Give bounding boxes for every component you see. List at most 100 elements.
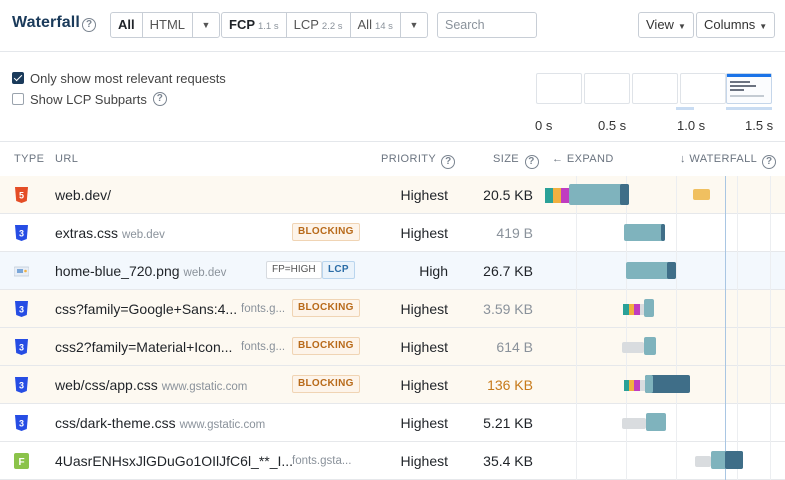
request-priority: Highest [400,377,448,393]
waterfall-download[interactable] [645,375,653,393]
column-header-size[interactable]: SIZE ? [493,153,539,169]
column-header-url[interactable]: URL [55,153,78,165]
time-label: 1.5 s [745,118,774,133]
relevant-requests-checkbox[interactable] [12,72,24,84]
waterfall-download[interactable] [644,299,654,317]
blocking-badge: BLOCKING [292,337,360,355]
waterfall-download[interactable] [624,224,665,241]
request-domain: web.dev [183,267,227,279]
time-label: 0 s [535,118,553,133]
column-header-waterfall[interactable]: ↓ WATERFALL ? [680,153,777,169]
request-size: 3.59 KB [483,301,533,317]
view-button[interactable]: View ▼ [638,12,694,38]
css-file-icon: 3 [15,415,28,431]
request-url[interactable]: css/dark-theme.css www.gstatic.com [55,415,265,431]
request-domain: fonts.g... [241,341,286,353]
waterfall-gridline [725,176,726,480]
timing-lcp-button[interactable]: LCP 2.2 s [287,13,351,37]
waterfall-download[interactable] [646,413,666,431]
filmstrip-frame[interactable] [584,73,630,104]
waterfall-event[interactable] [693,189,710,200]
waterfall-download[interactable] [725,451,743,469]
filmstrip-frame[interactable] [680,73,726,104]
filter-all-button[interactable]: All [111,13,143,37]
filmstrip-frame-rendered[interactable] [726,73,772,104]
request-priority: Highest [400,415,448,431]
image-file-icon [14,266,29,277]
blocking-badge: BLOCKING [292,223,360,241]
svg-text:5: 5 [19,191,24,201]
request-url[interactable]: home-blue_720.png web.dev [55,263,226,279]
waterfall-ssl[interactable] [561,188,569,203]
help-icon[interactable]: ? [524,155,539,169]
svg-text:3: 3 [19,343,24,353]
expand-button[interactable]: ← EXPAND [552,153,614,165]
waterfall-gridline [626,176,627,480]
request-size: 5.21 KB [483,415,533,431]
request-url[interactable]: css?family=Google+Sans:4... [55,301,237,317]
waterfall-download[interactable] [661,224,665,241]
waterfall-gridline [576,176,577,480]
lcp-subparts-option[interactable]: Show LCP Subparts ? [12,91,167,107]
request-size: 419 B [496,225,533,241]
waterfall-chart [540,176,785,480]
request-priority: Highest [400,301,448,317]
waterfall-wait[interactable] [695,456,711,467]
help-icon[interactable]: ? [152,92,167,106]
svg-text:F: F [18,457,24,468]
request-size: 136 KB [487,377,533,393]
blocking-badge: BLOCKING [292,299,360,317]
css-file-icon: 3 [15,339,28,355]
request-url[interactable]: web.dev/ [55,187,111,203]
timing-filter-dropdown[interactable]: ▼ [401,13,427,37]
waterfall-gridline [770,176,771,480]
column-header-priority[interactable]: PRIORITY ? [381,153,456,169]
request-size: 26.7 KB [483,263,533,279]
load-progress [726,107,772,110]
filter-html-button[interactable]: HTML [143,13,194,37]
waterfall-download[interactable] [620,184,629,205]
timing-fcp-button[interactable]: FCP 1.1 s [222,13,287,37]
request-priority: High [419,263,448,279]
help-icon[interactable]: ? [441,155,456,169]
columns-button[interactable]: Columns ▼ [696,12,776,38]
type-filter-dropdown[interactable]: ▼ [193,13,219,37]
chevron-down-icon: ▼ [409,20,419,30]
request-size: 20.5 KB [483,187,533,203]
page-title: Waterfall [12,14,80,31]
waterfall-wait[interactable] [622,418,646,429]
svg-text:3: 3 [19,381,24,391]
waterfall-download[interactable] [667,262,676,279]
request-domain: web.dev [122,229,165,241]
html-file-icon: 5 [15,187,28,203]
request-url[interactable]: web/css/app.css www.gstatic.com [55,377,247,393]
lcp-subparts-checkbox[interactable] [12,93,24,105]
lcp-badge: LCP [322,261,355,279]
waterfall-wait[interactable] [622,342,644,353]
font-file-icon: F [14,453,29,469]
column-header-type[interactable]: TYPE [14,153,44,165]
timing-all-button[interactable]: All 14 s [351,13,401,37]
help-icon[interactable]: ? [82,18,96,32]
toolbar: Waterfall ? All HTML ▼ FCP 1.1 s LCP 2.2 s… [0,0,785,52]
waterfall-download[interactable] [644,337,656,355]
waterfall-connect[interactable] [553,188,561,203]
relevant-requests-option[interactable]: Only show most relevant requests [12,70,226,86]
svg-text:3: 3 [19,305,24,315]
request-url[interactable]: extras.css web.dev [55,225,165,241]
css-file-icon: 3 [15,301,28,317]
filmstrip-frame[interactable] [632,73,678,104]
request-url[interactable]: 4UasrENHsxJlGDuGo1OIlJfC6l_**_I... [55,453,293,469]
time-label: 0.5 s [598,118,627,133]
search-input[interactable] [437,12,537,38]
waterfall-dns[interactable] [545,188,553,203]
type-filter: All HTML ▼ [110,12,221,38]
request-size: 35.4 KB [483,453,533,469]
blocking-badge: BLOCKING [292,375,360,393]
request-size: 614 B [496,339,533,355]
time-label: 1.0 s [677,118,706,133]
help-icon[interactable]: ? [762,155,777,169]
chevron-down-icon: ▼ [201,20,211,30]
request-url[interactable]: css2?family=Material+Icon... [55,339,232,355]
filmstrip-frame[interactable] [536,73,582,104]
